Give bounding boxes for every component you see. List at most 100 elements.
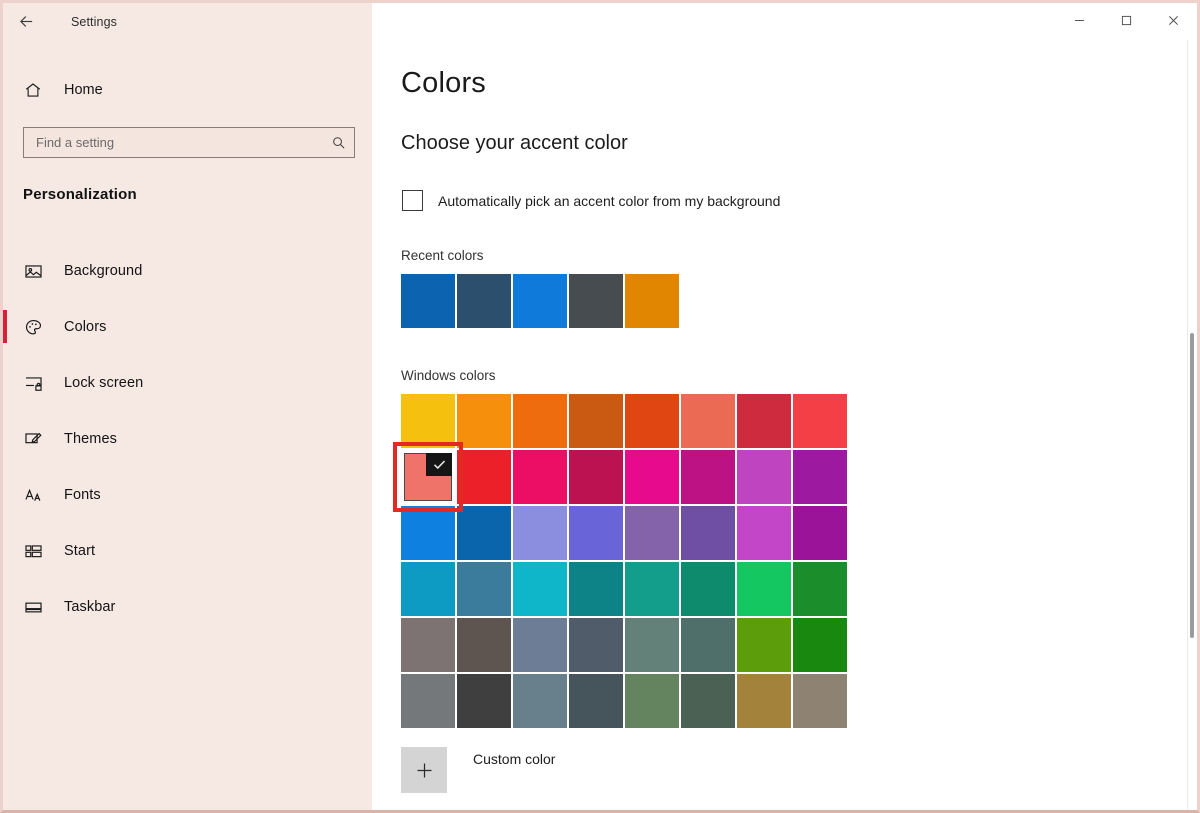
color-swatch[interactable] — [625, 618, 679, 672]
palette-icon — [24, 318, 48, 337]
sidebar-item-colors[interactable]: Colors — [3, 299, 372, 355]
selection-indicator — [3, 422, 7, 455]
color-swatch[interactable] — [681, 674, 735, 728]
sidebar-item-label: Taskbar — [64, 599, 115, 615]
settings-window: Settings Home — [0, 0, 1200, 813]
color-swatch[interactable] — [569, 674, 623, 728]
custom-color-label: Custom color — [473, 751, 555, 767]
auto-accent-label: Automatically pick an accent color from … — [438, 193, 780, 209]
color-swatch[interactable] — [401, 394, 455, 448]
color-swatch[interactable] — [569, 394, 623, 448]
color-swatch[interactable] — [793, 394, 847, 448]
color-swatch[interactable] — [625, 674, 679, 728]
color-swatch[interactable] — [513, 562, 567, 616]
color-swatch[interactable] — [513, 506, 567, 560]
color-swatch[interactable] — [401, 674, 455, 728]
color-swatch[interactable] — [401, 274, 455, 328]
plus-icon[interactable] — [401, 747, 447, 793]
color-swatch[interactable] — [457, 274, 511, 328]
color-swatch[interactable] — [401, 562, 455, 616]
color-swatch-row — [401, 450, 849, 506]
color-swatch[interactable] — [457, 394, 511, 448]
color-swatch[interactable] — [737, 618, 791, 672]
sidebar-item-taskbar[interactable]: Taskbar — [3, 579, 372, 635]
color-swatch[interactable] — [457, 674, 511, 728]
sidebar-item-background[interactable]: Background — [3, 243, 372, 299]
color-swatch[interactable] — [457, 506, 511, 560]
windows-colors-label: Windows colors — [401, 368, 496, 383]
color-swatch[interactable] — [513, 618, 567, 672]
sidebar-item-label: Background — [64, 263, 142, 279]
scrollbar-thumb[interactable] — [1190, 333, 1194, 638]
sidebar-item-lock-screen[interactable]: Lock screen — [3, 355, 372, 411]
recent-colors-label: Recent colors — [401, 248, 484, 263]
sidebar-nav-list: Background Colors — [3, 243, 372, 635]
auto-accent-checkbox[interactable] — [402, 190, 423, 211]
maximize-button[interactable] — [1103, 3, 1150, 37]
color-swatch[interactable] — [625, 562, 679, 616]
color-swatch-row — [401, 674, 849, 730]
sidebar-item-label: Start — [64, 543, 95, 559]
color-swatch[interactable] — [457, 618, 511, 672]
color-swatch[interactable] — [737, 506, 791, 560]
sidebar-item-home[interactable]: Home — [3, 73, 372, 107]
color-swatch[interactable] — [681, 394, 735, 448]
color-swatch[interactable] — [401, 618, 455, 672]
color-swatch[interactable] — [793, 562, 847, 616]
color-swatch-row — [401, 506, 849, 562]
color-swatch[interactable] — [457, 450, 511, 504]
color-swatch[interactable] — [625, 394, 679, 448]
window-controls — [1056, 3, 1197, 37]
color-swatch[interactable] — [569, 450, 623, 504]
color-swatch[interactable] — [793, 450, 847, 504]
color-swatch[interactable] — [793, 674, 847, 728]
sidebar-item-start[interactable]: Start — [3, 523, 372, 579]
color-swatch[interactable] — [737, 674, 791, 728]
color-swatch[interactable] — [569, 506, 623, 560]
color-swatch[interactable] — [513, 450, 567, 504]
color-swatch[interactable] — [681, 450, 735, 504]
color-swatch-row — [401, 562, 849, 618]
color-swatch[interactable] — [681, 562, 735, 616]
color-swatch[interactable] — [681, 506, 735, 560]
sidebar-item-themes[interactable]: Themes — [3, 411, 372, 467]
selection-indicator — [3, 254, 7, 287]
sidebar-item-label: Colors — [64, 319, 107, 335]
selection-indicator — [3, 478, 7, 511]
color-swatch[interactable] — [681, 618, 735, 672]
close-button[interactable] — [1150, 3, 1197, 37]
search-input[interactable] — [24, 128, 322, 157]
selection-indicator — [3, 366, 7, 399]
custom-color-row[interactable]: Custom color — [401, 747, 555, 793]
color-swatch[interactable] — [737, 394, 791, 448]
color-swatch[interactable] — [737, 562, 791, 616]
color-swatch[interactable] — [737, 450, 791, 504]
color-swatch[interactable] — [513, 394, 567, 448]
color-swatch[interactable] — [401, 450, 455, 504]
search-box[interactable] — [23, 127, 355, 158]
sidebar-item-fonts[interactable]: Fonts — [3, 467, 372, 523]
auto-accent-checkbox-row[interactable]: Automatically pick an accent color from … — [402, 190, 780, 211]
color-swatch[interactable] — [401, 506, 455, 560]
checkmark-icon — [426, 453, 452, 476]
back-arrow-icon[interactable] — [3, 5, 49, 39]
color-swatch[interactable] — [513, 274, 567, 328]
color-swatch[interactable] — [569, 562, 623, 616]
color-swatch[interactable] — [513, 674, 567, 728]
color-swatch[interactable] — [625, 274, 679, 328]
lock-screen-icon — [24, 374, 48, 393]
color-swatch[interactable] — [793, 506, 847, 560]
app-title: Settings — [71, 15, 117, 29]
color-swatch-row — [401, 274, 681, 330]
taskbar-icon — [24, 598, 48, 617]
color-swatch[interactable] — [457, 562, 511, 616]
color-swatch[interactable] — [625, 450, 679, 504]
color-swatch[interactable] — [625, 506, 679, 560]
search-icon[interactable] — [322, 135, 354, 150]
sidebar-home-label: Home — [64, 82, 103, 98]
color-swatch-row — [401, 618, 849, 674]
color-swatch[interactable] — [793, 618, 847, 672]
color-swatch[interactable] — [569, 274, 623, 328]
color-swatch[interactable] — [569, 618, 623, 672]
minimize-button[interactable] — [1056, 3, 1103, 37]
